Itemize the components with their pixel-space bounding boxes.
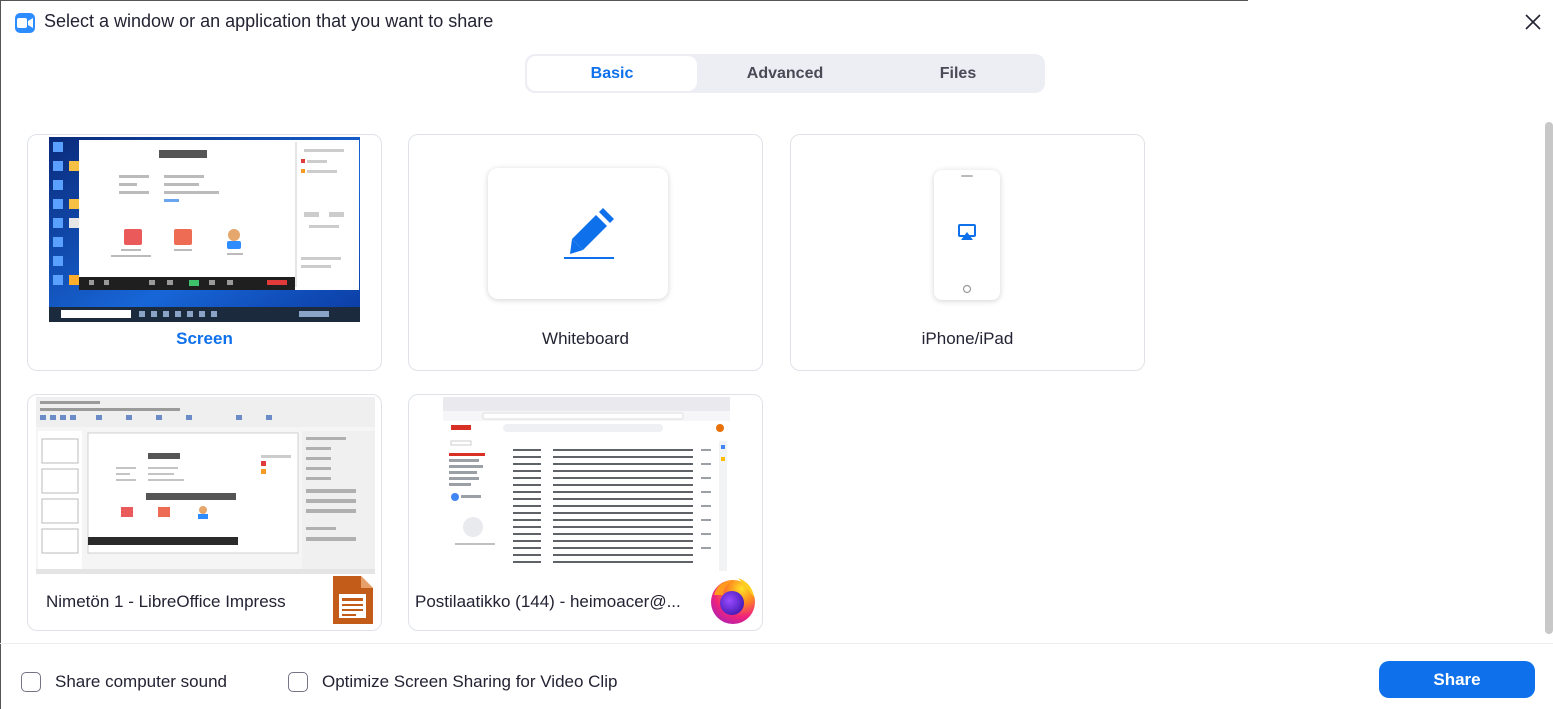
libreoffice-impress-preview [36,397,375,574]
tab-files[interactable]: Files [873,56,1043,91]
optimize-video-label: Optimize Screen Sharing for Video Clip [322,672,618,691]
share-tabs: Basic Advanced Files [525,54,1045,93]
close-button[interactable] [1520,9,1546,35]
optimize-video-checkbox[interactable] [288,672,308,692]
whiteboard-preview [488,168,668,299]
share-source-whiteboard[interactable]: Whiteboard [408,134,763,371]
share-source-firefox-gmail[interactable]: Postilaatikko (144) - heimoacer@... [408,394,763,631]
share-source-libreoffice-impress[interactable]: Nimetön 1 - LibreOffice Impress [27,394,382,631]
share-computer-sound-label: Share computer sound [55,672,227,691]
phone-preview [934,170,1000,300]
pen-icon [564,208,614,259]
share-source-label: Whiteboard [542,329,629,348]
optimize-video-option[interactable]: Optimize Screen Sharing for Video Clip [288,669,617,695]
share-computer-sound-option[interactable]: Share computer sound [21,669,227,695]
libreoffice-impress-icon [331,576,373,624]
close-icon [1525,14,1541,30]
zoom-app-icon [15,13,35,33]
share-source-label: iPhone/iPad [921,329,1014,348]
title-bar: Select a window or an application that y… [0,0,1553,44]
share-source-screen[interactable]: Screen [27,134,382,371]
airplay-icon [958,224,976,240]
share-source-iphone-ipad[interactable]: iPhone/iPad [790,134,1145,371]
share-button[interactable]: Share [1379,661,1535,698]
tab-advanced[interactable]: Advanced [700,56,870,91]
desktop-screenshot [49,137,360,322]
share-computer-sound-checkbox[interactable] [21,672,41,692]
gmail-window-preview [443,397,730,574]
footer-divider [0,643,1553,644]
vertical-scrollbar[interactable] [1545,122,1553,634]
window-frame-left [0,0,1,709]
firefox-icon [708,575,758,625]
share-source-label: Screen [176,329,233,348]
window-title: Select a window or an application that y… [44,11,494,31]
tab-basic[interactable]: Basic [527,56,697,91]
